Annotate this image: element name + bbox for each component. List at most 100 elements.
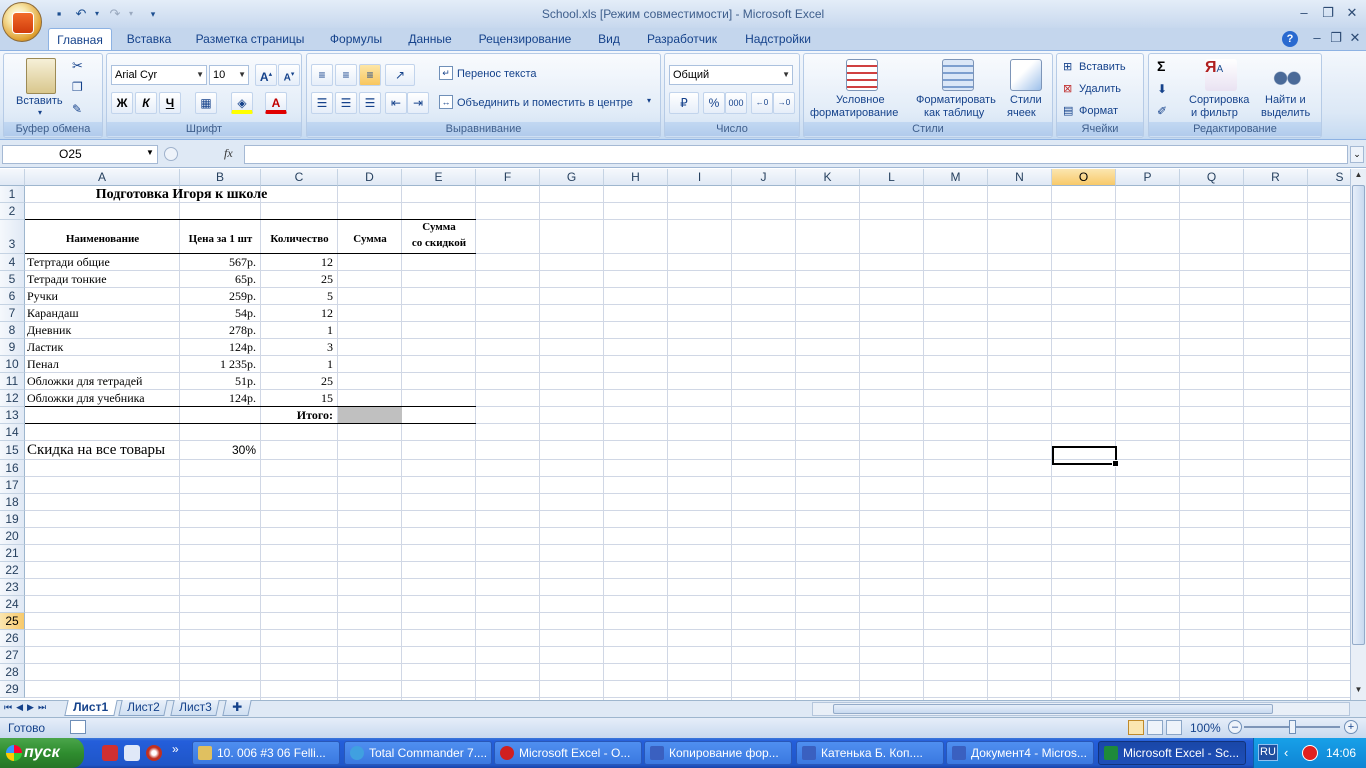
insert-function-icon[interactable]: fx	[224, 146, 233, 161]
autosum-icon[interactable]: Σ	[1157, 58, 1165, 74]
format-cells-button[interactable]: Формат	[1079, 105, 1118, 118]
row-header-20[interactable]: 20	[0, 528, 25, 545]
tab-page-layout[interactable]: Разметка страницы	[188, 28, 312, 50]
tray-antivirus-icon[interactable]	[1302, 745, 1318, 761]
formula-cancel-icon[interactable]	[164, 147, 178, 161]
page-break-view-icon[interactable]	[1166, 720, 1182, 735]
font-size-box[interactable]: 10 ▼	[209, 65, 249, 85]
minimize-icon[interactable]: –	[1292, 4, 1316, 22]
column-header-N[interactable]: N	[988, 169, 1052, 186]
name-box[interactable]: O25	[2, 145, 158, 164]
vertical-scrollbar[interactable]: ▲ ▼	[1350, 169, 1366, 700]
align-bottom-icon[interactable]: ≡	[359, 64, 381, 86]
tab-developer[interactable]: Разработчик	[638, 28, 726, 50]
doc-close-icon[interactable]: ✕	[1343, 29, 1366, 47]
fill-color-icon[interactable]: ◈	[231, 92, 253, 114]
close-icon[interactable]: ✕	[1340, 4, 1364, 22]
thousands-icon[interactable]: 000	[725, 92, 747, 114]
percent-icon[interactable]: %	[703, 92, 725, 114]
zoom-slider-thumb[interactable]	[1289, 720, 1296, 734]
find-select-label-1[interactable]: Найти и	[1265, 94, 1306, 107]
font-name-box[interactable]: Arial Cyr ▼	[111, 65, 207, 85]
row-header-18[interactable]: 18	[0, 494, 25, 511]
row-header-5[interactable]: 5	[0, 271, 25, 288]
align-top-icon[interactable]: ≡	[311, 64, 333, 86]
column-header-H[interactable]: H	[604, 169, 668, 186]
taskbar-item-6[interactable]: Документ4 - Micros...	[946, 741, 1094, 765]
vertical-scroll-thumb[interactable]	[1352, 185, 1365, 645]
select-all-corner[interactable]	[0, 169, 25, 186]
row-header-9[interactable]: 9	[0, 339, 25, 356]
quicklaunch-notepad-icon[interactable]	[124, 745, 140, 761]
format-painter-icon[interactable]: ✎	[72, 102, 82, 116]
quicklaunch-opera-icon[interactable]	[146, 745, 162, 761]
column-header-S[interactable]: S	[1308, 169, 1350, 186]
row-header-7[interactable]: 7	[0, 305, 25, 322]
row-header-24[interactable]: 24	[0, 596, 25, 613]
maximize-icon[interactable]: ❐	[1316, 4, 1340, 22]
page-layout-view-icon[interactable]	[1147, 720, 1163, 735]
row-header-25[interactable]: 25	[0, 613, 25, 630]
borders-icon[interactable]: ▦	[195, 92, 217, 114]
sheet-tab-2[interactable]: Лист2	[118, 700, 168, 716]
taskbar-item-4[interactable]: Копирование фор...	[644, 741, 792, 765]
tray-arrows-icon[interactable]: ‹	[1284, 745, 1288, 760]
merge-center-button[interactable]: Объединить и поместить в центре	[457, 97, 633, 110]
row-header-13[interactable]: 13	[0, 407, 25, 424]
number-format-dropdown-icon[interactable]: ▼	[782, 66, 790, 84]
column-header-E[interactable]: E	[402, 169, 476, 186]
shrink-font-button[interactable]: A▾	[278, 64, 300, 86]
row-header-28[interactable]: 28	[0, 664, 25, 681]
align-center-icon[interactable]: ☰	[335, 92, 357, 114]
row-header-4[interactable]: 4	[0, 254, 25, 271]
currency-icon[interactable]: ₽	[669, 92, 699, 114]
tab-data[interactable]: Данные	[400, 28, 460, 50]
column-header-I[interactable]: I	[668, 169, 732, 186]
find-select-label-2[interactable]: выделить	[1261, 107, 1310, 120]
column-header-L[interactable]: L	[860, 169, 924, 186]
row-header-19[interactable]: 19	[0, 511, 25, 528]
horizontal-scroll-thumb[interactable]	[833, 704, 1273, 714]
row-header-21[interactable]: 21	[0, 545, 25, 562]
align-left-icon[interactable]: ☰	[311, 92, 333, 114]
sort-filter-label-2[interactable]: и фильтр	[1191, 107, 1238, 120]
name-box-dropdown-icon[interactable]: ▼	[146, 148, 154, 157]
decrease-decimal-icon[interactable]: →0	[773, 92, 795, 114]
increase-indent-icon[interactable]: ⇥	[407, 92, 429, 114]
formula-input[interactable]	[244, 145, 1348, 164]
taskbar-item-7[interactable]: Microsoft Excel - Sc...	[1098, 741, 1246, 765]
column-header-B[interactable]: B	[180, 169, 261, 186]
row-header-6[interactable]: 6	[0, 288, 25, 305]
taskbar-item-2[interactable]: Total Commander 7....	[344, 741, 492, 765]
number-format-box[interactable]: Общий ▼	[669, 65, 793, 85]
column-header-R[interactable]: R	[1244, 169, 1308, 186]
merge-dropdown-icon[interactable]: ▾	[647, 96, 651, 105]
format-as-table-label-2[interactable]: как таблицу	[924, 107, 984, 120]
office-button[interactable]	[2, 2, 42, 42]
row-header-8[interactable]: 8	[0, 322, 25, 339]
scroll-down-icon[interactable]: ▼	[1352, 685, 1365, 699]
row-header-17[interactable]: 17	[0, 477, 25, 494]
tab-view[interactable]: Вид	[588, 28, 630, 50]
tab-insert[interactable]: Вставка	[118, 28, 180, 50]
paste-dropdown-icon[interactable]: ▾	[38, 108, 42, 117]
tab-addins[interactable]: Надстройки	[736, 28, 820, 50]
taskbar-item-3[interactable]: Microsoft Excel - О...	[494, 741, 642, 765]
taskbar-item-1[interactable]: 10. 006 #3 06 Felli...	[192, 741, 340, 765]
column-header-C[interactable]: C	[261, 169, 338, 186]
language-indicator[interactable]: RU	[1258, 744, 1278, 761]
column-header-G[interactable]: G	[540, 169, 604, 186]
align-right-icon[interactable]: ☰	[359, 92, 381, 114]
grow-font-button[interactable]: A▴	[255, 64, 277, 86]
format-as-table-label-1[interactable]: Форматировать	[916, 94, 996, 107]
font-color-icon[interactable]: A	[265, 92, 287, 114]
column-header-D[interactable]: D	[338, 169, 402, 186]
quicklaunch-app-icon[interactable]	[102, 745, 118, 761]
row-header-14[interactable]: 14	[0, 424, 25, 441]
font-size-dropdown-icon[interactable]: ▼	[238, 66, 246, 84]
tab-home[interactable]: Главная	[48, 28, 112, 50]
row-header-16[interactable]: 16	[0, 460, 25, 477]
column-header-P[interactable]: P	[1116, 169, 1180, 186]
row-header-3[interactable]: 3	[0, 220, 25, 254]
cell-styles-label-2[interactable]: ячеек	[1007, 107, 1036, 120]
